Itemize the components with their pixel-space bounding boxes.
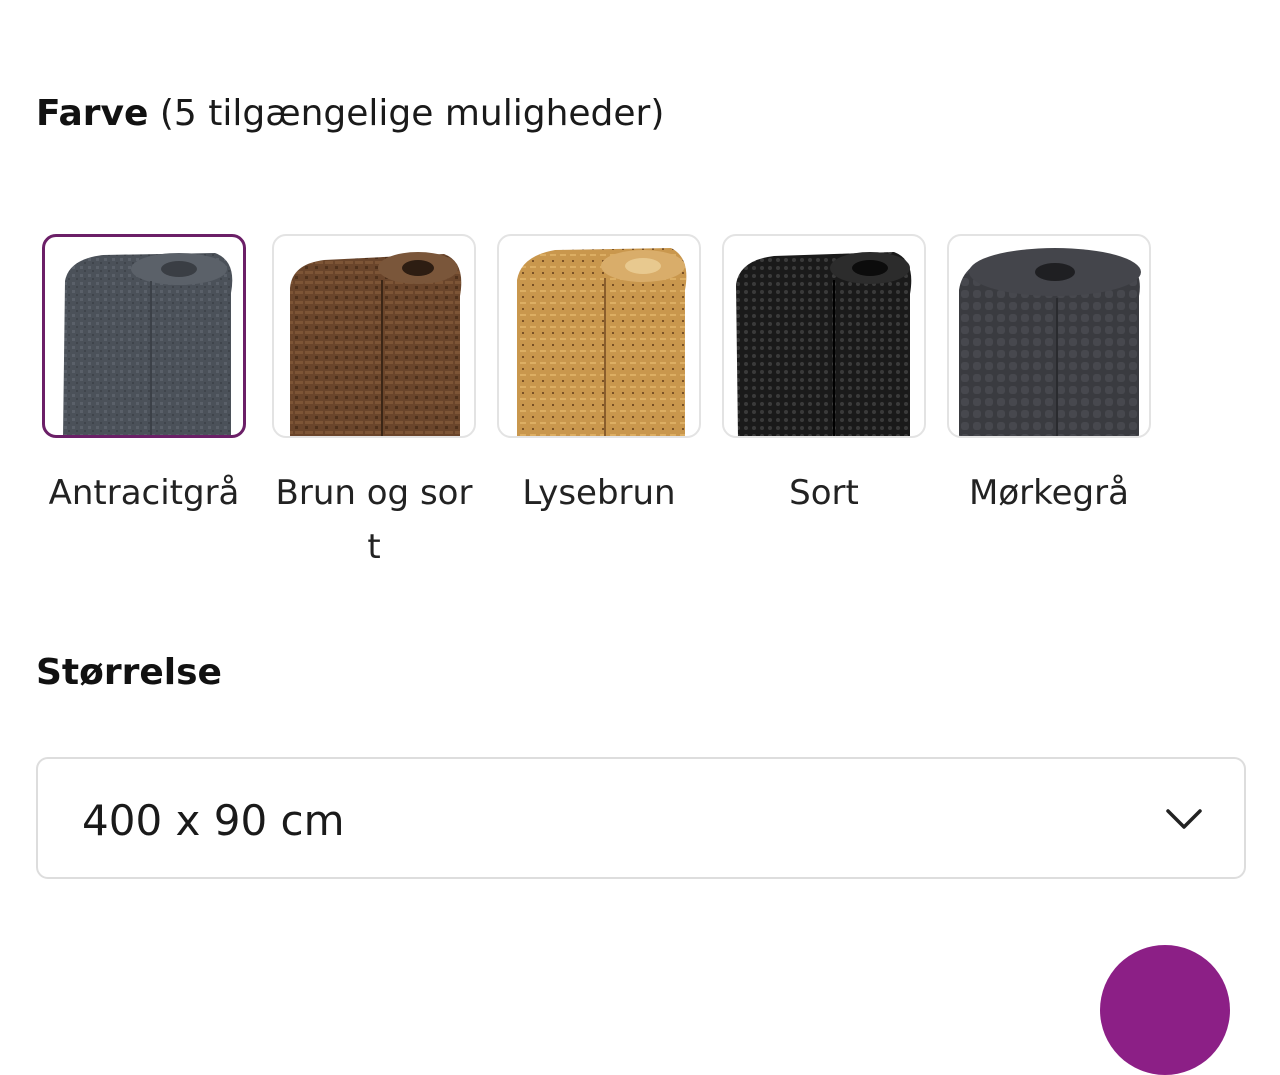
color-thumbnail[interactable] (497, 234, 701, 438)
color-thumbnail[interactable] (722, 234, 926, 438)
color-thumbnail[interactable] (272, 234, 476, 438)
color-option-brun-og-sort[interactable]: Brun og sort (272, 234, 478, 574)
color-option-morkegra[interactable]: Mørkegrå (947, 234, 1153, 520)
size-label: Størrelse (36, 652, 222, 693)
color-name: Lysebrun (522, 473, 676, 513)
color-option-lysebrun[interactable]: Lysebrun (497, 234, 703, 520)
rolled-mat-image (517, 248, 687, 436)
color-name: Brun og sort (275, 473, 473, 567)
color-thumbnail[interactable] (947, 234, 1151, 438)
size-selected-value: 400 x 90 cm (82, 796, 345, 845)
color-option-sort[interactable]: Sort (722, 234, 928, 520)
color-name: Antracitgrå (48, 473, 240, 513)
color-option-heading: Farve (5 tilgængelige muligheder) (36, 92, 664, 136)
size-select[interactable]: 400 x 90 cm (36, 757, 1246, 879)
color-name: Sort (789, 473, 859, 513)
floating-action-button[interactable] (1100, 945, 1230, 1075)
rolled-mat-image (290, 252, 462, 436)
chevron-down-icon (1166, 809, 1202, 829)
color-thumbnail[interactable] (42, 234, 246, 438)
color-count: (5 tilgængelige muligheder) (159, 93, 665, 134)
color-name: Mørkegrå (969, 473, 1129, 513)
color-option-antracitgra[interactable]: Antracitgrå (42, 234, 248, 520)
rolled-mat-image (63, 253, 233, 435)
rolled-mat-image (959, 248, 1141, 436)
color-label: Farve (36, 93, 149, 134)
rolled-mat-image (736, 252, 912, 436)
